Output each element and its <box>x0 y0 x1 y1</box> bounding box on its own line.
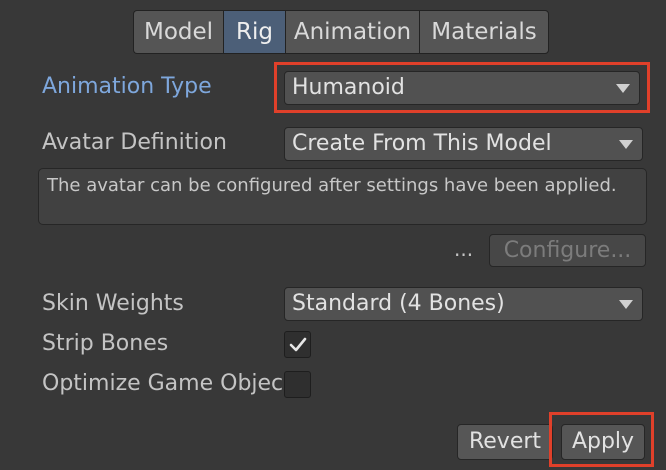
checkmark-icon <box>289 337 307 352</box>
chevron-down-icon <box>619 300 633 309</box>
animation-type-dropdown[interactable]: Humanoid <box>284 71 640 105</box>
avatar-definition-label: Avatar Definition <box>42 130 227 155</box>
animation-type-label: Animation Type <box>42 74 212 99</box>
optimize-game-objects-label: Optimize Game Objec <box>42 371 284 396</box>
apply-button[interactable]: Apply <box>561 424 645 460</box>
skin-weights-dropdown[interactable]: Standard (4 Bones) <box>284 287 643 321</box>
strip-bones-label: Strip Bones <box>42 331 169 356</box>
tab-bar: Model Rig Animation Materials <box>133 10 549 54</box>
skin-weights-label: Skin Weights <box>42 291 184 316</box>
tab-model[interactable]: Model <box>133 10 223 54</box>
chevron-down-icon <box>616 84 630 93</box>
revert-button[interactable]: Revert <box>457 424 553 460</box>
avatar-definition-dropdown[interactable]: Create From This Model <box>284 127 643 161</box>
configure-button[interactable]: Configure... <box>489 234 646 267</box>
configure-ellipsis: ... <box>454 237 474 261</box>
strip-bones-checkbox[interactable] <box>284 331 311 358</box>
tab-animation[interactable]: Animation <box>285 10 419 54</box>
info-help-box: The avatar can be configured after setti… <box>38 168 647 225</box>
avatar-definition-value: Create From This Model <box>292 131 552 156</box>
optimize-game-objects-checkbox[interactable] <box>284 371 311 398</box>
animation-type-value: Humanoid <box>292 75 405 100</box>
tab-materials[interactable]: Materials <box>419 10 549 54</box>
tab-rig[interactable]: Rig <box>223 10 285 54</box>
skin-weights-value: Standard (4 Bones) <box>292 291 505 316</box>
chevron-down-icon <box>619 140 633 149</box>
